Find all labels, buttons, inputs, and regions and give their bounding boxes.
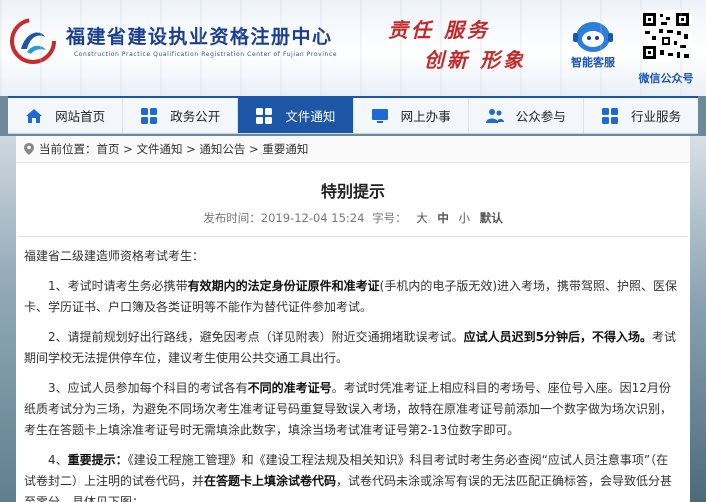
nav-item-home[interactable]: 网站首页 (8, 98, 124, 133)
article-paragraph-4: 4、重要提示：《建设工程施工管理》和《建设工程法规及相关知识》科目考试时考生务必… (24, 450, 680, 502)
nav-item-label: 文件通知 (285, 109, 336, 124)
site-header: 福建省建设执业资格注册中心 Construction Practice Qual… (0, 0, 706, 96)
main-nav: 网站首页 政务公开 文件通知 网上办事 公众参与 行业服务 (8, 96, 698, 134)
people-icon (485, 108, 504, 123)
breadcrumb-home[interactable]: 首页 (97, 136, 120, 163)
published-time: 2019-12-04 15:24 (260, 211, 365, 225)
article-meta: 发布时间：2019-12-04 15:24 字号： 大 中 小 默认 (18, 210, 688, 237)
font-size-default-link[interactable]: 默认 (480, 211, 503, 225)
nav-item-government[interactable]: 政务公开 (123, 98, 239, 133)
paragraph-text: 2、请提前规划好出行路线，避免因考点（详见附表）附近交通拥堵耽误考试。 (48, 330, 464, 344)
grid-icon (256, 107, 273, 124)
font-size-label: 字号： (372, 211, 407, 225)
nav-item-label: 公众参与 (515, 109, 566, 124)
site-subtitle: Construction Practice Qualification Regi… (74, 51, 338, 58)
nav-item-online-services[interactable]: 网上办事 (354, 98, 469, 133)
breadcrumb: 当前位置： 首页 > 文件通知 > 通知公告 > 重要通知 (16, 136, 690, 163)
motto-line-1: 责任 服务 (388, 18, 490, 42)
article-title: 特别提示 (320, 182, 385, 201)
article-paragraph-3: 3、应试人员参加每个科目的考试各有不同的准考证号。考试时凭准考证上相应科目的考场… (24, 378, 680, 441)
nav-item-industry-services[interactable]: 行业服务 (584, 98, 698, 133)
motto-line-2: 创新 形象 (424, 48, 526, 72)
paragraph-text: 3、应试人员参加每个科目的考试各有 (48, 381, 248, 395)
monitor-icon (371, 108, 388, 123)
background-left (0, 136, 16, 502)
paragraph-text: 1、考试时请考生务必携带 (48, 279, 188, 293)
site-title[interactable]: 福建省建设执业资格注册中心 (66, 22, 333, 49)
article-greeting: 福建省二级建造师资格考试考生： (24, 249, 205, 263)
nav-item-public-participation[interactable]: 公众参与 (469, 98, 584, 133)
nav-item-notices[interactable]: 文件通知 (238, 98, 354, 133)
breadcrumb-separator: > (182, 141, 200, 156)
article-paragraph-2: 2、请提前规划好出行路线，避免因考点（详见附表）附近交通拥堵耽误考试。应试人员迟… (24, 327, 680, 369)
grid-icon (141, 107, 158, 124)
qr-code-icon (640, 10, 692, 62)
location-pin-icon (24, 143, 34, 155)
font-size-small-link[interactable]: 小 (459, 211, 471, 225)
paragraph-bold-text: 在答题卡上填涂试卷代码 (204, 474, 337, 488)
site-logo-icon[interactable] (8, 16, 58, 66)
breadcrumb-prefix: 当前位置： (39, 141, 97, 156)
service-label[interactable]: 智能客服 (560, 54, 626, 70)
nav-item-label: 行业服务 (630, 109, 681, 124)
breadcrumb-separator: > (245, 141, 263, 156)
nav-item-label: 网上办事 (400, 109, 451, 124)
nav-item-label: 政务公开 (170, 109, 221, 124)
paragraph-bold-text: 应试人员迟到5分钟后，不得入场。 (463, 330, 652, 344)
paragraph-bold-text: 重要提示： (67, 453, 128, 467)
breadcrumb-announcements[interactable]: 通知公告 (199, 136, 245, 163)
breadcrumb-notices[interactable]: 文件通知 (136, 136, 182, 163)
published-label: 发布时间： (203, 211, 261, 225)
robot-service-icon[interactable] (571, 20, 615, 54)
article-body: 福建省二级建造师资格考试考生： 1、考试时请考生务必携带有效期内的法定身份证原件… (16, 246, 690, 502)
home-icon (26, 108, 43, 123)
background-right (690, 136, 706, 502)
paragraph-bold-text: 有效期内的法定身份证原件和准考证 (187, 279, 380, 293)
font-size-large-link[interactable]: 大 (416, 211, 428, 225)
wechat-label: 微信公众号 (638, 72, 694, 85)
grid-icon (601, 107, 618, 124)
nav-item-label: 网站首页 (55, 109, 106, 124)
font-size-medium-link[interactable]: 中 (437, 211, 449, 225)
breadcrumb-important[interactable]: 重要通知 (262, 136, 308, 163)
article-paragraph-1: 1、考试时请考生务必携带有效期内的法定身份证原件和准考证(手机内的电子版无效)进… (24, 276, 680, 318)
paragraph-text: 4、 (48, 453, 68, 467)
main-content: 当前位置： 首页 > 文件通知 > 通知公告 > 重要通知 特别提示 发布时间：… (16, 136, 690, 502)
breadcrumb-separator: > (119, 141, 137, 156)
paragraph-bold-text: 不同的准考证号 (247, 381, 332, 395)
